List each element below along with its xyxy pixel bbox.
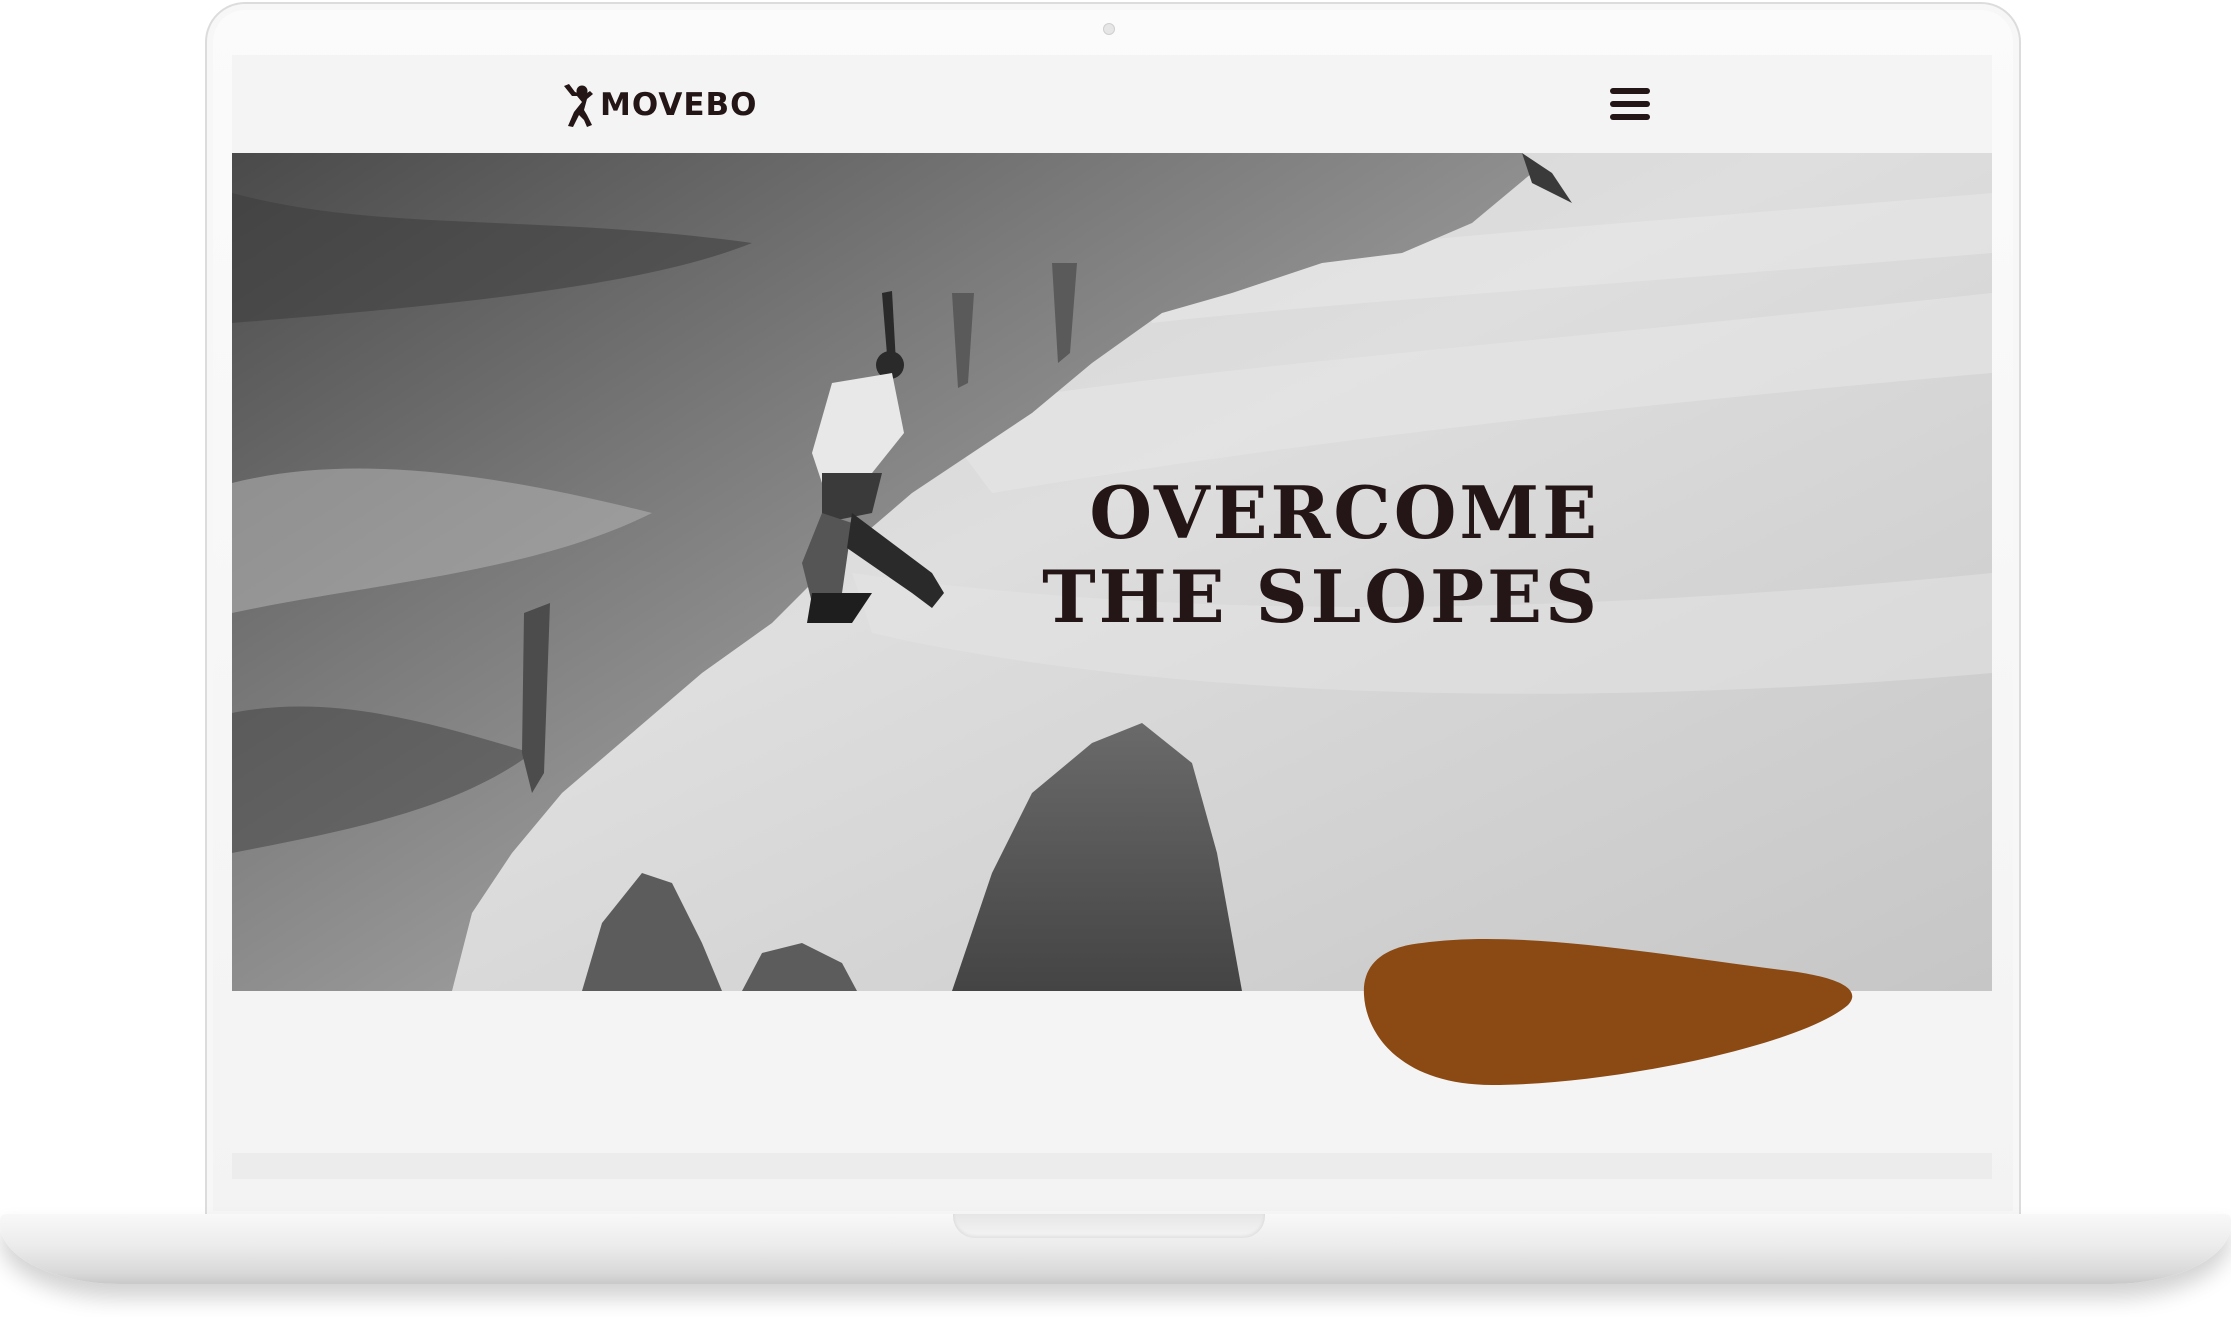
hero-headline-line-2: THE SLOPES <box>1042 554 1600 639</box>
laptop-mockup: MOVEBO OVERCOME THE SLOPES <box>0 0 2231 1317</box>
menu-bar-middle <box>1610 101 1650 107</box>
hero-headline-line-1: OVERCOME <box>1089 470 1600 555</box>
climber-icon <box>564 84 593 127</box>
screen-bottom-bezel <box>232 1153 1992 1179</box>
brand-logo[interactable]: MOVEBO <box>560 81 758 129</box>
brand-name: MOVEBO <box>600 87 758 123</box>
accent-brown-blob <box>1363 938 1853 1085</box>
hamburger-menu-button[interactable] <box>1608 83 1652 125</box>
hero-section: OVERCOME THE SLOPES <box>232 153 1992 991</box>
site-header: MOVEBO <box>232 55 1992 153</box>
laptop-opening-notch <box>953 1214 1265 1238</box>
menu-bar-bottom <box>1610 114 1650 120</box>
website-screen: MOVEBO OVERCOME THE SLOPES <box>232 55 1992 1153</box>
menu-bar-top <box>1610 88 1650 94</box>
webcam <box>1103 23 1115 35</box>
hero-headline: OVERCOME THE SLOPES <box>1042 471 1600 639</box>
